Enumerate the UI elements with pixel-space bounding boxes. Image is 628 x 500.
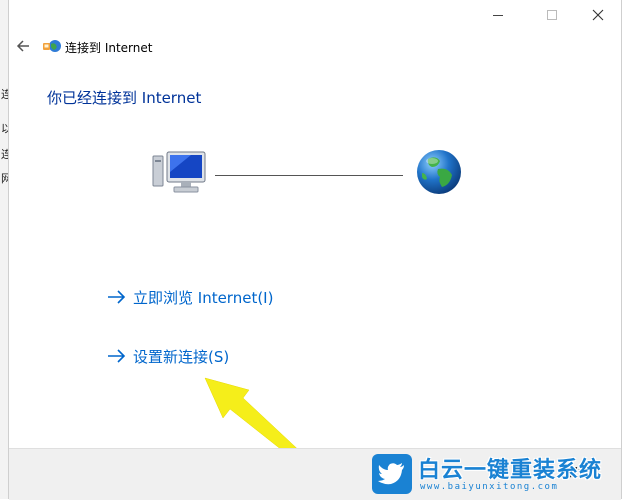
connect-dialog: 连接到 Internet 你已经连接到 Internet 立即浏览 Intern…: [8, 0, 622, 500]
arrow-right-icon: [108, 349, 126, 363]
browse-internet-link[interactable]: 立即浏览 Internet(I): [107, 286, 273, 308]
close-button[interactable]: [575, 0, 621, 30]
watermark-title: 白云一键重装系统: [418, 458, 603, 483]
close-icon: [592, 9, 604, 21]
bird-logo-icon: [372, 454, 412, 494]
minimize-icon: [493, 15, 503, 16]
connection-line: [215, 175, 403, 176]
watermark: 白云一键重装系统 www.baiyunxitong.com: [372, 452, 620, 496]
setup-new-connection-label: 设置新连接(S): [133, 347, 230, 366]
page-heading: 你已经连接到 Internet: [47, 89, 202, 107]
arrow-right-icon: [108, 290, 126, 304]
annotation-arrow-icon: [204, 377, 306, 458]
setup-new-connection-link[interactable]: 设置新连接(S): [107, 345, 229, 367]
maximize-button[interactable]: [529, 0, 575, 30]
watermark-url: www.baiyunxitong.com: [420, 482, 559, 492]
globe-icon: [414, 147, 464, 197]
back-arrow-icon: [16, 40, 29, 52]
network-connection-icon: [42, 38, 62, 54]
minimize-button[interactable]: [475, 0, 521, 30]
maximize-icon: [547, 10, 557, 20]
dialog-title: 连接到 Internet: [65, 41, 153, 55]
computer-icon: [151, 150, 211, 196]
browse-internet-label: 立即浏览 Internet(I): [133, 288, 274, 307]
back-button[interactable]: [13, 36, 33, 56]
